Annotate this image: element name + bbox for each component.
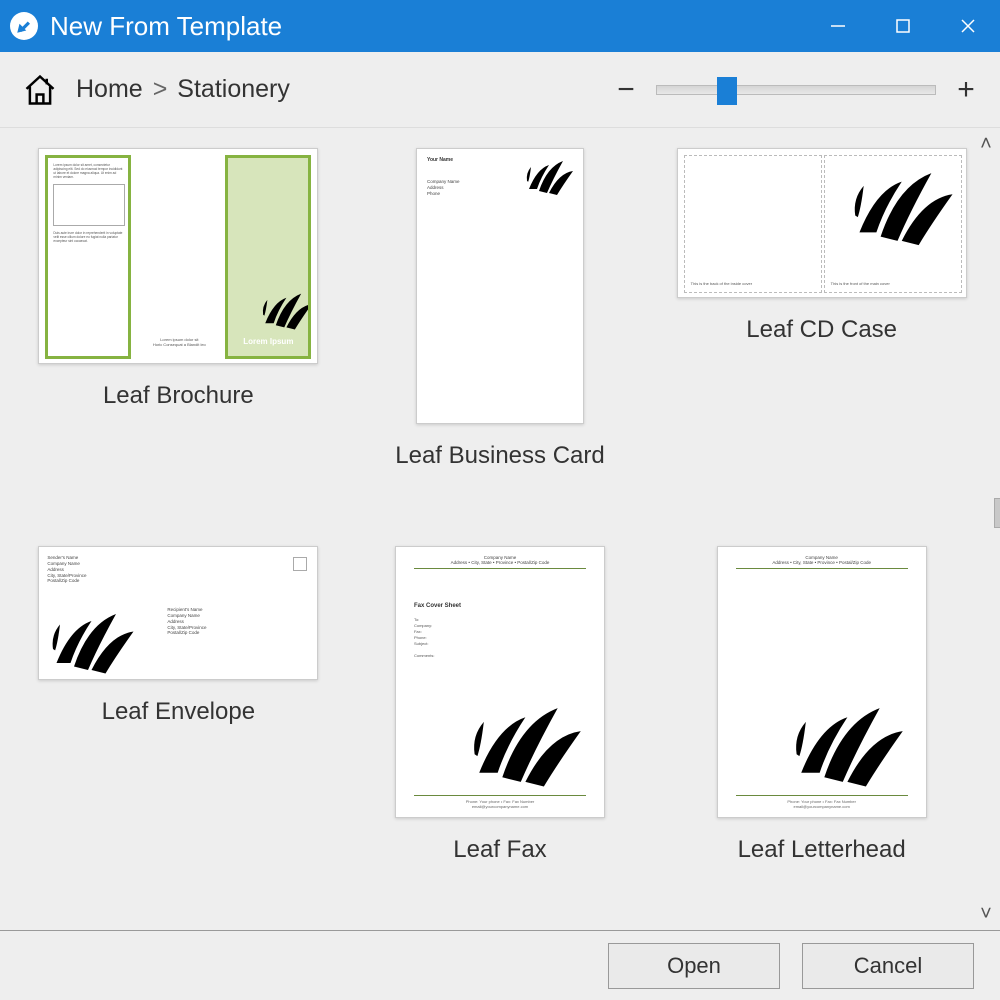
template-thumbnail: Your Name Company NameAddressPhone <box>416 148 584 424</box>
template-gallery: Lorem ipsum dolor sit amet, consectetur … <box>0 128 1000 930</box>
chevron-right-icon: > <box>153 75 168 104</box>
breadcrumb: Home > Stationery <box>76 75 290 104</box>
dialog-button-bar: Open Cancel <box>0 930 1000 1000</box>
minimize-button[interactable] <box>805 0 870 52</box>
open-button[interactable]: Open <box>608 943 780 989</box>
template-leaf-business-card[interactable]: Your Name Company NameAddressPhone Leaf … <box>352 148 649 526</box>
template-label: Leaf Business Card <box>395 442 604 470</box>
template-thumbnail: Company NameAddress • City, State • Prov… <box>717 546 927 818</box>
template-thumbnail: Company NameAddress • City, State • Prov… <box>395 546 605 818</box>
template-leaf-fax[interactable]: Company NameAddress • City, State • Prov… <box>352 546 649 920</box>
template-label: Leaf CD Case <box>746 316 897 344</box>
template-leaf-cd-case[interactable]: This is the back of the inside cover Thi… <box>673 148 970 526</box>
scroll-down-button[interactable]: ˅ <box>976 904 996 924</box>
template-thumbnail: Lorem ipsum dolor sit amet, consectetur … <box>38 148 318 364</box>
template-thumbnail: Sender's NameCompany NameAddressCity, St… <box>38 546 318 680</box>
template-thumbnail: This is the back of the inside cover Thi… <box>677 148 967 298</box>
template-leaf-brochure[interactable]: Lorem ipsum dolor sit amet, consectetur … <box>30 148 327 526</box>
window-title: New From Template <box>50 11 282 42</box>
breadcrumb-home[interactable]: Home <box>76 75 143 104</box>
zoom-out-button[interactable]: − <box>614 73 638 107</box>
cancel-button[interactable]: Cancel <box>802 943 974 989</box>
template-label: Leaf Brochure <box>103 382 254 410</box>
scroll-up-button[interactable]: ˄ <box>976 134 996 154</box>
app-icon <box>10 12 38 40</box>
zoom-slider-thumb[interactable] <box>717 77 737 105</box>
template-label: Leaf Envelope <box>102 698 255 726</box>
template-leaf-envelope[interactable]: Sender's NameCompany NameAddressCity, St… <box>30 546 327 920</box>
template-label: Leaf Fax <box>453 836 546 864</box>
template-leaf-letterhead[interactable]: Company NameAddress • City, State • Prov… <box>673 546 970 920</box>
template-label: Leaf Letterhead <box>738 836 906 864</box>
home-icon[interactable] <box>22 72 58 108</box>
scrollbar-thumb[interactable] <box>994 498 1000 528</box>
close-button[interactable] <box>935 0 1000 52</box>
zoom-slider-track[interactable] <box>656 85 936 95</box>
maximize-button[interactable] <box>870 0 935 52</box>
title-bar: New From Template <box>0 0 1000 52</box>
breadcrumb-current: Stationery <box>177 75 290 104</box>
toolbar: Home > Stationery − + <box>0 52 1000 128</box>
zoom-in-button[interactable]: + <box>954 73 978 107</box>
